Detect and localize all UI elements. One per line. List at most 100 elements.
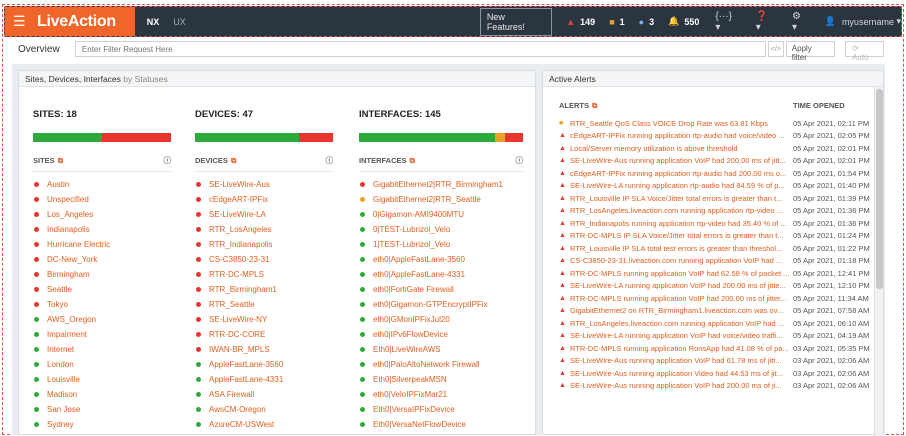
alert-row[interactable]: ▲ SE-LiveWire-LA running application rtp-… (559, 180, 875, 193)
list-header-label[interactable]: SITES ⧉ (33, 156, 63, 166)
list-item[interactable]: Birmingham (33, 267, 171, 282)
external-link-icon[interactable]: ⧉ (58, 156, 63, 165)
auto-refresh-button[interactable]: ⟳ Auto (845, 41, 884, 62)
status-bar[interactable] (195, 133, 333, 142)
list-item[interactable]: RTR_LosAngeles (195, 222, 333, 237)
list-item[interactable]: SE-LiveWire-LA (195, 207, 333, 222)
list-item[interactable]: Eth0|VersaNetFlowDevice (359, 417, 523, 432)
alert-row[interactable]: ▲ RTR_LosAngeles.liveaction.com running a… (559, 317, 875, 330)
status-bar-segment[interactable] (102, 133, 171, 142)
info-icon[interactable]: ⓘ (326, 155, 334, 166)
list-item[interactable]: Louisville (33, 372, 171, 387)
critical-alert-badge[interactable]: ▲ 149 (566, 17, 595, 27)
alert-row[interactable]: ▲ Local/Server memory utilization is abov… (559, 142, 875, 155)
list-item[interactable]: Sydney (33, 417, 171, 432)
list-item[interactable]: SE-LiveWire-NY (195, 312, 333, 327)
filter-input[interactable] (74, 41, 766, 57)
warning-alert-badge[interactable]: ■ 1 (609, 17, 624, 27)
list-item[interactable]: Internet (33, 342, 171, 357)
list-item[interactable]: 0|Gigamon-AMI9400MTU (359, 207, 523, 222)
alert-row[interactable]: ▲ SE-LiveWire-Aus running application VoI… (559, 355, 875, 368)
info-icon[interactable]: ⓘ (516, 155, 524, 166)
list-item[interactable]: AppleFastLane-4331 (195, 372, 333, 387)
list-item[interactable]: RTR-DC-CORE (195, 327, 333, 342)
apply-filter-button[interactable]: Apply filter (785, 41, 836, 62)
alert-row[interactable]: ▲ RTR-DC-MPLS IP SLA Voice/Jitter total e… (559, 230, 875, 243)
alert-row[interactable]: ▲ RTR_Louisville IP SLA Voice/Jitter tota… (559, 192, 875, 205)
alert-row[interactable]: ▲ cEdgeART-IPFix running application rtp-… (559, 167, 875, 180)
alert-row[interactable]: ▲ cEdgeART-IPFix running application rtp-… (559, 130, 875, 143)
status-bar-segment[interactable] (195, 133, 299, 142)
list-item[interactable]: Eth0|SilverpeakMSN (359, 372, 523, 387)
external-link-icon[interactable]: ⧉ (231, 156, 236, 165)
list-item[interactable]: London (33, 357, 171, 372)
list-item[interactable]: AwsCM-Oregon (195, 402, 333, 417)
list-item[interactable]: Hurricane Electric (33, 237, 171, 252)
list-item[interactable]: 0|TEST-Lubrizol_Velo (359, 222, 523, 237)
status-bar-segment[interactable] (359, 133, 496, 142)
status-bar-segment[interactable] (298, 133, 333, 142)
status-bar-segment[interactable] (504, 133, 523, 142)
list-item[interactable]: eth0|AppleFastLane-3560 (359, 252, 523, 267)
new-features-button[interactable]: New Features! (479, 7, 553, 36)
list-item[interactable]: eth0|GMonIPFixJul20 (359, 312, 523, 327)
list-header-label[interactable]: DEVICES ⧉ (195, 156, 236, 166)
list-item[interactable]: eth0|Gigamon-GTPEncryptIPFix (359, 297, 523, 312)
tab-nx[interactable]: NX (147, 17, 160, 27)
alert-row[interactable]: ▲ RTR-DC-MPLS running application RonsApp… (559, 342, 875, 355)
list-item[interactable]: Seattle (33, 282, 171, 297)
list-item[interactable]: eth0|VeloIPFixMar21 (359, 387, 523, 402)
list-item[interactable]: DC-New_York (33, 252, 171, 267)
scrollbar[interactable] (874, 87, 883, 436)
alert-row[interactable]: ▲ SE-LiveWire-LA running application VoIP… (559, 280, 875, 293)
info-icon[interactable]: ⓘ (164, 155, 172, 166)
list-item[interactable]: RTR_Indianapolis (195, 237, 333, 252)
alert-row[interactable]: ■ RTR_Seattle QoS Class VOICE Drop Rate w… (559, 117, 875, 130)
list-item[interactable]: Indianapolis (33, 222, 171, 237)
settings-menu[interactable]: ⚙ ▾ (792, 11, 809, 33)
list-item[interactable]: eth0|AppleFastLane-4331 (359, 267, 523, 282)
list-item[interactable]: AzureCM-USWest (195, 417, 333, 432)
status-bar[interactable] (359, 133, 523, 142)
user-menu[interactable]: 👤 myusername ▾ (825, 16, 901, 27)
logo[interactable]: LiveAction (37, 13, 116, 31)
list-item[interactable]: cEdgeART-IPFix (195, 192, 333, 207)
list-item[interactable]: RTR_Birmingham1 (195, 282, 333, 297)
list-item[interactable]: eth0|FortiGate Firewall (359, 282, 523, 297)
alert-row[interactable]: ▲ RTR_LosAngeles.liveaction.com running a… (559, 205, 875, 218)
list-item[interactable]: GigabitEthernet2|RTR_Birmingham1 (359, 177, 523, 192)
list-item[interactable]: 1|TEST-Lubrizol_Velo (359, 237, 523, 252)
list-item[interactable]: Tokyo (33, 297, 171, 312)
info-alert-badge[interactable]: ● 3 (639, 17, 654, 27)
help-menu[interactable]: ❓ ▾ (756, 11, 776, 33)
alert-row[interactable]: ▲ CS-C3850-23-31.liveaction.com running a… (559, 255, 875, 268)
list-item[interactable]: Impairment (33, 327, 171, 342)
alerts-column-header[interactable]: ALERTS ⧉ (559, 101, 597, 111)
list-item[interactable]: Madison (33, 387, 171, 402)
status-bar-segment[interactable] (33, 133, 102, 142)
alert-row[interactable]: ▲ SE-LiveWire-LA running application VoIP… (559, 330, 875, 343)
list-item[interactable]: IWAN-BR_MPLS (195, 342, 333, 357)
alert-row[interactable]: ▲ GigabitEthernet2 on RTR_Birmingham1.liv… (559, 305, 875, 318)
time-opened-column-header[interactable]: TIME OPENED (793, 101, 845, 110)
code-toggle-button[interactable]: </> (767, 41, 784, 57)
alert-row[interactable]: ▲ RTR-DC-MPLS running application VoIP ha… (559, 267, 875, 280)
alert-row[interactable]: ▲ RTR_Louisville IP SLA total test errors… (559, 242, 875, 255)
scrollbar-thumb[interactable] (876, 89, 883, 289)
alert-row[interactable]: ▲ RTR-DC-MPLS running application VoIP ha… (559, 292, 875, 305)
list-header-label[interactable]: INTERFACES ⧉ (359, 156, 415, 166)
external-link-icon[interactable]: ⧉ (410, 156, 415, 165)
list-item[interactable]: AppleFastLane-3560 (195, 357, 333, 372)
alert-row[interactable]: ▲ SE-LiveWire-Aus running application VoI… (559, 380, 875, 393)
list-item[interactable]: eth0|IPv6FlowDevice (359, 327, 523, 342)
notification-badge[interactable]: 🔔 550 (668, 16, 699, 27)
alert-row[interactable]: ▲ SE-LiveWire-Aus running application VoI… (559, 155, 875, 168)
list-item[interactable]: Unspecified (33, 192, 171, 207)
status-bar-segment[interactable] (495, 133, 505, 142)
code-menu[interactable]: {···} ▾ (715, 11, 739, 33)
hamburger-menu-icon[interactable]: ☰ (13, 13, 33, 30)
list-item[interactable]: ASA Firewall (195, 387, 333, 402)
status-bar[interactable] (33, 133, 171, 142)
list-item[interactable]: AWS_Oregon (33, 312, 171, 327)
list-item[interactable]: Los_Angeles (33, 207, 171, 222)
